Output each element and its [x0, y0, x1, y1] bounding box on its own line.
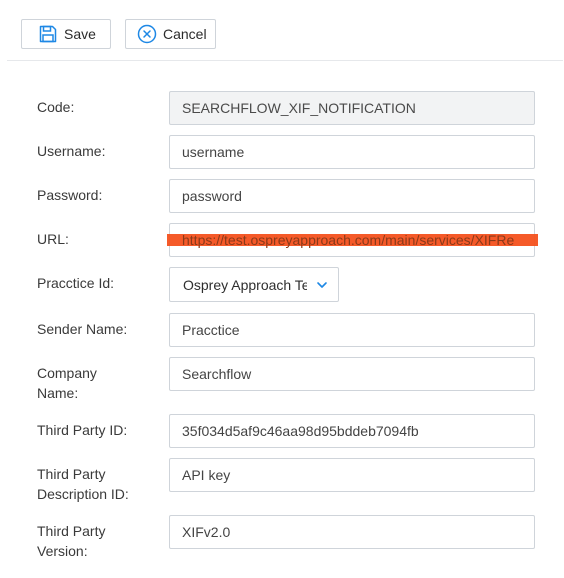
company-name-label-line2: Name: [37, 385, 79, 401]
url-label: URL: [37, 231, 69, 247]
company-name-label-line1: Company [37, 365, 97, 381]
practice-id-select[interactable]: Osprey Approach Te [169, 267, 339, 302]
third-party-id-label: Third Party ID: [37, 422, 128, 438]
company-name-field[interactable]: Searchflow [169, 357, 535, 391]
sender-name-label: Sender Name: [37, 321, 128, 337]
code-value: SEARCHFLOW_XIF_NOTIFICATION [182, 100, 416, 116]
username-label: Username: [37, 143, 106, 159]
save-button[interactable]: Save [21, 19, 111, 49]
third-party-version-label-line2: Version: [37, 543, 88, 559]
third-party-id-value: 35f034d5af9c46aa98d95bddeb7094fb [182, 423, 419, 439]
toolbar-divider [7, 60, 563, 61]
password-value: password [182, 188, 242, 204]
code-label: Code: [37, 99, 75, 115]
third-party-description-id-label-line2: Description ID: [37, 486, 129, 502]
password-label: Password: [37, 187, 103, 203]
third-party-description-id-label: Third Party Description ID: [37, 464, 157, 504]
sender-name-field[interactable]: Pracctice [169, 313, 535, 347]
third-party-version-label-line1: Third Party [37, 523, 106, 539]
chevron-down-icon [315, 278, 329, 292]
floppy-disk-icon [37, 23, 59, 45]
third-party-description-id-field[interactable]: API key [169, 458, 535, 492]
url-field[interactable]: https://test.ospreyapproach.com/main/ser… [169, 223, 535, 257]
third-party-version-label: Third Party Version: [37, 521, 157, 561]
cancel-button[interactable]: Cancel [125, 19, 216, 49]
password-field[interactable]: password [169, 179, 535, 213]
save-label: Save [64, 26, 96, 42]
code-field: SEARCHFLOW_XIF_NOTIFICATION [169, 91, 535, 125]
circle-x-icon [136, 23, 158, 45]
practice-id-label: Pracctice Id: [37, 275, 115, 291]
company-name-label: Company Name: [37, 363, 157, 403]
third-party-version-field[interactable]: XIFv2.0 [169, 515, 535, 549]
cancel-label: Cancel [163, 26, 207, 42]
username-value: username [182, 144, 245, 160]
username-field[interactable]: username [169, 135, 535, 169]
third-party-description-id-value: API key [182, 467, 231, 483]
company-name-value: Searchflow [182, 366, 252, 382]
third-party-version-value: XIFv2.0 [182, 524, 231, 540]
url-value: https://test.ospreyapproach.com/main/ser… [182, 232, 515, 248]
third-party-id-field[interactable]: 35f034d5af9c46aa98d95bddeb7094fb [169, 414, 535, 448]
sender-name-value: Pracctice [182, 322, 240, 338]
practice-id-selected: Osprey Approach Te [183, 276, 307, 293]
toolbar: Save Cancel [0, 0, 564, 60]
third-party-description-id-label-line1: Third Party [37, 466, 106, 482]
